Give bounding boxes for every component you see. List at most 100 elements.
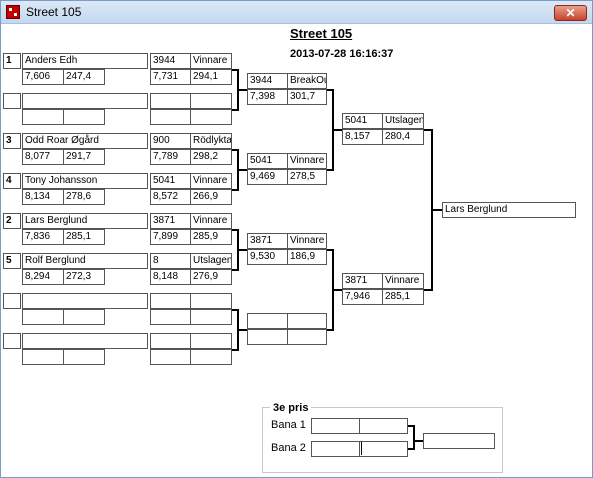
r1-opponent-reaction-time[interactable]: 7,789 xyxy=(150,149,192,165)
lane-1-result-field[interactable] xyxy=(359,418,408,434)
r2-speed[interactable]: 186,9 xyxy=(287,249,327,265)
r1-opponent-id[interactable]: 900 xyxy=(150,133,192,149)
r1-seed[interactable]: 4 xyxy=(3,173,21,189)
r1-name[interactable]: Tony Johansson xyxy=(22,173,148,189)
r3-speed[interactable]: 280,4 xyxy=(382,129,424,145)
r1-seed[interactable]: 5 xyxy=(3,253,21,269)
r1-opponent-reaction-time[interactable]: 7,899 xyxy=(150,229,192,245)
lane-1-label: Bana 1 xyxy=(271,419,306,431)
r1-opponent-speed[interactable]: 298,2 xyxy=(190,149,232,165)
r1-seed[interactable]: 2 xyxy=(3,213,21,229)
r1-opponent-reaction-time[interactable]: 8,572 xyxy=(150,189,192,205)
r1-opponent-reaction-time[interactable] xyxy=(150,309,192,325)
r1-reaction-time[interactable]: 8,294 xyxy=(22,269,64,285)
r3-reaction-time[interactable]: 7,946 xyxy=(342,289,384,305)
lane-2-id-field[interactable] xyxy=(311,441,360,457)
r3-result[interactable]: Vinnare xyxy=(382,273,424,289)
r1-reaction-time[interactable] xyxy=(22,309,64,325)
r1-opponent-speed[interactable]: 285,9 xyxy=(190,229,232,245)
r1-seed[interactable] xyxy=(3,333,21,349)
r1-speed[interactable]: 291,7 xyxy=(63,149,105,165)
r1-speed[interactable]: 272,3 xyxy=(63,269,105,285)
r2-reaction-time[interactable]: 9,530 xyxy=(247,249,289,265)
r1-result[interactable]: Rödlykta xyxy=(190,133,232,149)
r1-opponent-speed[interactable]: 294,1 xyxy=(190,69,232,85)
r1-reaction-time[interactable]: 7,836 xyxy=(22,229,64,245)
r1-result[interactable]: Utslagen xyxy=(190,253,232,269)
r2-id[interactable]: 5041 xyxy=(247,153,289,169)
r1-name[interactable]: Odd Roar Øgård xyxy=(22,133,148,149)
r1-seed[interactable] xyxy=(3,93,21,109)
r2-id[interactable]: 3944 xyxy=(247,73,289,89)
r1-reaction-time[interactable]: 8,077 xyxy=(22,149,64,165)
r2-id[interactable] xyxy=(247,313,289,329)
r1-speed[interactable] xyxy=(63,309,105,325)
r1-seed[interactable]: 3 xyxy=(3,133,21,149)
close-button[interactable]: ✕ xyxy=(554,5,587,21)
r1-name[interactable]: Rolf Berglund xyxy=(22,253,148,269)
lane-1-id-field[interactable] xyxy=(311,418,360,434)
r1-opponent-id[interactable]: 5041 xyxy=(150,173,192,189)
r3-id[interactable]: 3871 xyxy=(342,273,384,289)
r1-opponent-speed[interactable]: 266,9 xyxy=(190,189,232,205)
r1-name[interactable] xyxy=(22,333,148,349)
r1-opponent-speed[interactable] xyxy=(190,109,232,125)
r1-opponent-id[interactable] xyxy=(150,93,192,109)
r2-speed[interactable]: 301,7 xyxy=(287,89,327,105)
r1-reaction-time[interactable] xyxy=(22,349,64,365)
r1-opponent-speed[interactable]: 276,9 xyxy=(190,269,232,285)
r1-result[interactable]: Vinnare xyxy=(190,173,232,189)
r1-opponent-id[interactable]: 3871 xyxy=(150,213,192,229)
bracket-connector xyxy=(237,249,247,251)
r1-result[interactable] xyxy=(190,293,232,309)
r1-name[interactable]: Anders Edh xyxy=(22,53,148,69)
r3-id[interactable]: 5041 xyxy=(342,113,384,129)
r1-result[interactable]: Vinnare xyxy=(190,53,232,69)
r1-opponent-id[interactable] xyxy=(150,293,192,309)
r1-opponent-reaction-time[interactable] xyxy=(150,109,192,125)
r1-name[interactable] xyxy=(22,93,148,109)
r1-speed[interactable]: 278,6 xyxy=(63,189,105,205)
r1-name[interactable] xyxy=(22,293,148,309)
r2-id[interactable]: 3871 xyxy=(247,233,289,249)
r2-result[interactable]: BreakOut xyxy=(287,73,327,89)
r3-result[interactable]: Utslagen xyxy=(382,113,424,129)
title-bar[interactable]: Street 105 ✕ xyxy=(1,1,592,24)
r1-speed[interactable] xyxy=(63,349,105,365)
r1-opponent-id[interactable]: 3944 xyxy=(150,53,192,69)
r1-seed[interactable] xyxy=(3,293,21,309)
r1-speed[interactable]: 247,4 xyxy=(63,69,105,85)
r1-opponent-id[interactable]: 8 xyxy=(150,253,192,269)
r1-opponent-speed[interactable] xyxy=(190,349,232,365)
final-winner-box[interactable]: Lars Berglund xyxy=(442,202,576,218)
r3-speed[interactable]: 285,1 xyxy=(382,289,424,305)
r1-result[interactable]: Vinnare xyxy=(190,213,232,229)
r1-reaction-time[interactable]: 8,134 xyxy=(22,189,64,205)
r1-speed[interactable] xyxy=(63,109,105,125)
r2-result[interactable] xyxy=(287,313,327,329)
r2-reaction-time[interactable]: 7,398 xyxy=(247,89,289,105)
lane-2-result-field[interactable] xyxy=(359,441,408,457)
r1-reaction-time[interactable] xyxy=(22,109,64,125)
r2-reaction-time[interactable] xyxy=(247,329,289,345)
bracket-connector xyxy=(237,329,247,331)
r1-seed[interactable]: 1 xyxy=(3,53,21,69)
r1-speed[interactable]: 285,1 xyxy=(63,229,105,245)
r2-speed[interactable]: 278,5 xyxy=(287,169,327,185)
r1-opponent-reaction-time[interactable]: 7,731 xyxy=(150,69,192,85)
r1-opponent-id[interactable] xyxy=(150,333,192,349)
r2-reaction-time[interactable]: 9,469 xyxy=(247,169,289,185)
r3-reaction-time[interactable]: 8,157 xyxy=(342,129,384,145)
third-place-winner-field[interactable] xyxy=(423,433,495,449)
r2-result[interactable]: Vinnare xyxy=(287,153,327,169)
r1-opponent-speed[interactable] xyxy=(190,309,232,325)
r1-reaction-time[interactable]: 7,606 xyxy=(22,69,64,85)
r1-opponent-reaction-time[interactable]: 8,148 xyxy=(150,269,192,285)
r2-result[interactable]: Vinnare xyxy=(287,233,327,249)
r1-result[interactable] xyxy=(190,93,232,109)
r1-name[interactable]: Lars Berglund xyxy=(22,213,148,229)
r1-opponent-reaction-time[interactable] xyxy=(150,349,192,365)
r1-result[interactable] xyxy=(190,333,232,349)
r2-speed[interactable] xyxy=(287,329,327,345)
app-icon xyxy=(6,5,20,19)
